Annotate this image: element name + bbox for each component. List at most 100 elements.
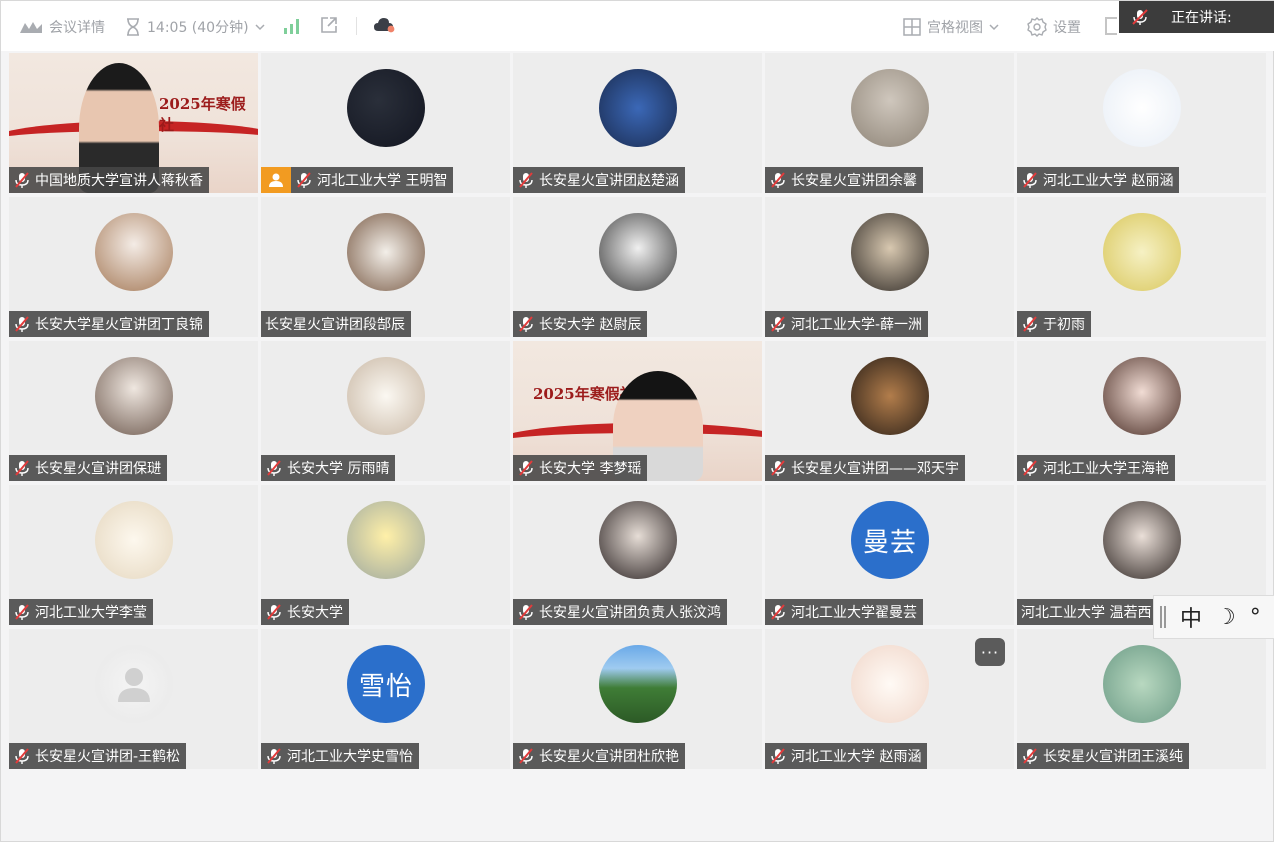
muted-mic-icon [1023, 748, 1037, 764]
moon-icon[interactable]: ☽ [1216, 605, 1236, 630]
participant-tile[interactable]: 河北工业大学 王明智 [261, 53, 510, 193]
muted-mic-icon [519, 172, 533, 188]
muted-mic-icon [15, 172, 29, 188]
avatar [95, 501, 173, 579]
muted-mic-icon [15, 316, 29, 332]
participant-name: 河北工业大学史雪怡 [287, 749, 413, 765]
participant-name: 长安大学星火宣讲团丁良锦 [35, 317, 203, 333]
grid-view-button[interactable]: 宫格视图 [903, 17, 999, 37]
participant-tile[interactable]: 2025年寒假社 中国地质大学宣讲人蒋秋香 [9, 53, 258, 193]
participant-name: 长安大学 [287, 605, 343, 621]
participant-tile[interactable]: 长安星火宣讲团王溪纯 [1017, 629, 1266, 769]
participant-name: 长安星火宣讲团负责人张汶鸿 [539, 605, 721, 621]
timer-text: 14:05 (40分钟) [147, 20, 249, 36]
participant-name: 长安大学 李梦瑶 [539, 461, 642, 477]
participant-name: 河北工业大学 温若西 [1021, 605, 1152, 621]
participant-tile[interactable]: 长安大学 赵尉辰 [513, 197, 762, 337]
avatar [1103, 501, 1181, 579]
muted-mic-icon [15, 604, 29, 620]
participant-tile[interactable]: 2025年寒假社 长安大学 李梦瑶 [513, 341, 762, 481]
participant-tile[interactable]: 长安大学 厉雨晴 [261, 341, 510, 481]
more-options-button[interactable]: ··· [975, 638, 1005, 666]
participant-name-label: 长安星火宣讲团-王鹤松 [9, 743, 187, 769]
muted-mic-icon [771, 604, 785, 620]
avatar [347, 213, 425, 291]
avatar [851, 645, 929, 723]
participant-name: 长安大学 厉雨晴 [287, 461, 390, 477]
participant-tile[interactable]: 雪怡河北工业大学史雪怡 [261, 629, 510, 769]
participant-name-label: 于初雨 [1017, 311, 1091, 337]
participant-name-label: 长安大学 赵尉辰 [513, 311, 648, 337]
participant-tile[interactable]: 长安大学星火宣讲团丁良锦 [9, 197, 258, 337]
avatar-initials: 曼芸 [862, 527, 917, 558]
participant-tile[interactable]: 长安星火宣讲团负责人张汶鸿 [513, 485, 762, 625]
avatar [95, 645, 173, 723]
participant-tile[interactable]: 长安星火宣讲团余馨 [765, 53, 1014, 193]
participant-name-label: 河北工业大学王海艳 [1017, 455, 1175, 481]
participant-tile[interactable]: 长安大学 [261, 485, 510, 625]
muted-mic-icon [267, 748, 281, 764]
chevron-down-icon [255, 24, 265, 31]
muted-mic-icon [519, 316, 533, 332]
avatar [599, 645, 677, 723]
avatar [851, 357, 929, 435]
participant-name: 河北工业大学 赵丽涵 [1043, 173, 1174, 189]
participant-tile[interactable]: 河北工业大学-薛一洲 [765, 197, 1014, 337]
participant-tile[interactable]: 长安星火宣讲团段郜辰 [261, 197, 510, 337]
avatar [1103, 69, 1181, 147]
participant-tile[interactable]: 河北工业大学王海艳 [1017, 341, 1266, 481]
participant-name: 河北工业大学李莹 [35, 605, 147, 621]
muted-mic-icon [15, 748, 29, 764]
avatar [95, 357, 173, 435]
participant-name-label: 河北工业大学 温若西 [1017, 599, 1158, 625]
grid-icon [903, 18, 921, 36]
muted-mic-icon [15, 460, 29, 476]
ime-mode[interactable]: 中 [1180, 601, 1202, 633]
participant-name: 于初雨 [1043, 317, 1085, 333]
avatar [599, 213, 677, 291]
participant-tile[interactable]: 于初雨 [1017, 197, 1266, 337]
muted-mic-icon [771, 316, 785, 332]
settings-label: 设置 [1053, 20, 1081, 36]
participant-name: 长安大学 赵尉辰 [539, 317, 642, 333]
participant-name-label: 长安星火宣讲团——邓天宇 [765, 455, 965, 481]
cloud-icon[interactable] [373, 17, 395, 37]
ime-toolbar[interactable]: 中 ☽ ° [1153, 595, 1274, 639]
participant-tile[interactable]: 曼芸河北工业大学翟曼芸 [765, 485, 1014, 625]
share-out-icon[interactable] [319, 15, 339, 39]
ime-drag-handle[interactable] [1160, 606, 1166, 628]
host-badge-icon [261, 167, 291, 193]
participant-name: 河北工业大学 王明智 [317, 173, 448, 189]
participant-name-label: 河北工业大学翟曼芸 [765, 599, 923, 625]
meeting-info-label: 会议详情 [49, 20, 105, 36]
settings-button[interactable]: 设置 [1027, 17, 1081, 37]
signal-icon[interactable] [283, 17, 301, 39]
participant-name-label: 河北工业大学史雪怡 [261, 743, 419, 769]
avatar: 雪怡 [347, 645, 425, 723]
participant-tile[interactable]: 长安星火宣讲团保琎 [9, 341, 258, 481]
ime-punct[interactable]: ° [1250, 605, 1261, 630]
participant-name-label: 河北工业大学 王明智 [291, 167, 454, 193]
avatar [1103, 213, 1181, 291]
participant-tile[interactable]: 长安星火宣讲团——邓天宇 [765, 341, 1014, 481]
participant-name: 长安星火宣讲团赵楚涵 [539, 173, 679, 189]
muted-mic-icon [1023, 172, 1037, 188]
fullscreen-icon[interactable] [1105, 17, 1117, 35]
meeting-info-button[interactable]: 会议详情 [19, 17, 105, 37]
video-banner-text: 2025年寒假社 [159, 95, 246, 134]
toolbar-divider [356, 17, 357, 35]
participant-tile[interactable]: 长安星火宣讲团赵楚涵 [513, 53, 762, 193]
participant-tile[interactable]: 长安星火宣讲团杜欣艳 [513, 629, 762, 769]
muted-mic-icon [771, 460, 785, 476]
avatar [1103, 357, 1181, 435]
participant-name-label: 长安大学星火宣讲团丁良锦 [9, 311, 209, 337]
participant-name: 长安星火宣讲团王溪纯 [1043, 749, 1183, 765]
meeting-timer[interactable]: 14:05 (40分钟) [125, 17, 265, 37]
participant-name-label: 长安星火宣讲团保琎 [9, 455, 167, 481]
participant-tile[interactable]: 河北工业大学李莹 [9, 485, 258, 625]
participant-tile[interactable]: 长安星火宣讲团-王鹤松 [9, 629, 258, 769]
avatar [851, 69, 929, 147]
participant-tile[interactable]: 河北工业大学 赵丽涵 [1017, 53, 1266, 193]
hourglass-icon [127, 18, 139, 36]
avatar [599, 69, 677, 147]
